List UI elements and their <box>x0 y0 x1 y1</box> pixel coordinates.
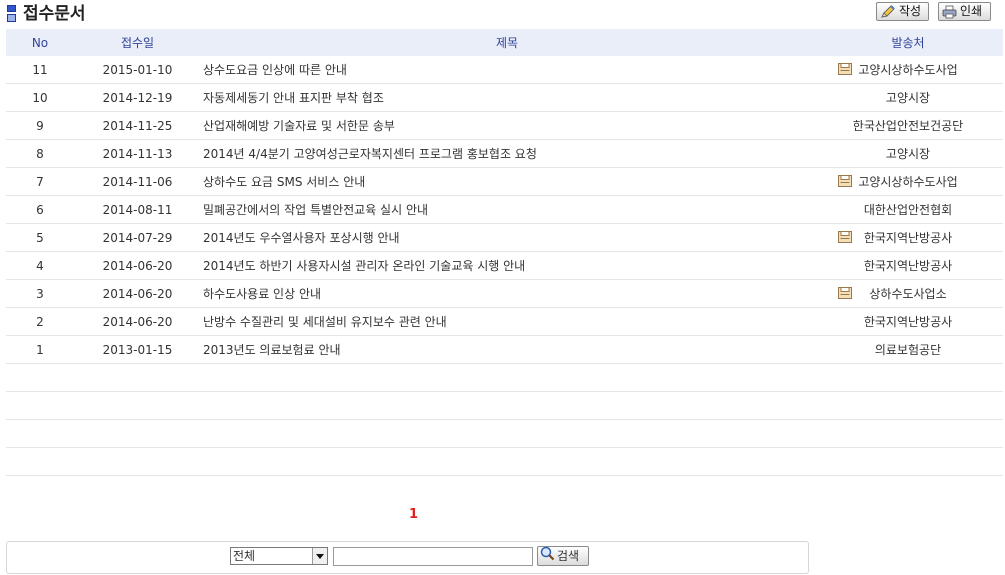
search-bar: 전체 검색 <box>6 541 809 574</box>
row-subject-link[interactable]: 2014년도 우수열사용자 포상시행 안내 <box>201 223 813 252</box>
row-sender-cell: 한국지역난방공사 <box>813 223 1003 252</box>
table-row[interactable]: 7 2014-11-06 상하수도 요금 SMS 서비스 안내 고양시상하수도사업 <box>6 167 1003 196</box>
row-sender: 한국산업안전보건공단 <box>852 119 964 133</box>
page-title: 접수문서 <box>23 4 86 24</box>
row-no: 6 <box>6 195 74 224</box>
row-sender-cell: 의료보험공단 <box>813 335 1003 364</box>
row-sender: 고양시상하수도사업 <box>858 175 958 189</box>
row-date: 2015-01-10 <box>74 56 201 84</box>
attachment-icon[interactable] <box>838 287 852 302</box>
table-row[interactable]: 1 2013-01-15 2013년도 의료보험료 안내 의료보험공단 <box>6 335 1003 364</box>
search-button[interactable]: 검색 <box>537 546 589 566</box>
table-body: 11 2015-01-10 상수도요금 인상에 따른 안내 고양시상하수도사업 10 20… <box>6 56 1003 476</box>
table-row[interactable]: 9 2014-11-25 산업재해예방 기술자료 및 서한문 송부 한국산업안전보건공… <box>6 111 1003 140</box>
table-row[interactable]: 11 2015-01-10 상수도요금 인상에 따른 안내 고양시상하수도사업 <box>6 56 1003 84</box>
row-date: 2014-08-11 <box>74 195 201 224</box>
row-sender: 의료보험공단 <box>874 343 942 357</box>
row-sender: 고양시상하수도사업 <box>858 63 958 77</box>
row-no: 9 <box>6 111 74 140</box>
row-no: 11 <box>6 56 74 84</box>
row-sender: 고양시장 <box>885 147 931 161</box>
table-row[interactable]: 5 2014-07-29 2014년도 우수열사용자 포상시행 안내 한국지역난방공사 <box>6 223 1003 252</box>
row-date: 2014-06-20 <box>74 251 201 280</box>
row-no: 1 <box>6 335 74 364</box>
row-subject-link[interactable]: 상하수도 요금 SMS 서비스 안내 <box>201 167 813 196</box>
row-subject-link[interactable]: 상수도요금 인상에 따른 안내 <box>201 56 813 84</box>
column-header-sender[interactable]: 발송처 <box>813 29 1003 56</box>
row-subject-link[interactable]: 2013년도 의료보험료 안내 <box>201 335 813 364</box>
row-no: 5 <box>6 223 74 252</box>
row-subject-link[interactable]: 자동제세동기 안내 표지판 부착 협조 <box>201 83 813 112</box>
write-button-label: 작성 <box>899 4 922 18</box>
empty-row <box>6 419 1003 448</box>
row-sender-cell: 고양시상하수도사업 <box>813 167 1003 196</box>
print-button-label: 인쇄 <box>960 4 983 18</box>
document-marker-icon <box>7 5 16 22</box>
printer-icon <box>942 5 957 19</box>
empty-row <box>6 447 1003 476</box>
row-subject-link[interactable]: 2014년도 하반기 사용자시설 관리자 온라인 기술교육 시행 안내 <box>201 251 813 280</box>
search-scope-value: 전체 <box>233 549 256 563</box>
row-sender-cell: 한국지역난방공사 <box>813 307 1003 336</box>
row-sender-cell: 한국산업안전보건공단 <box>813 111 1003 140</box>
row-no: 4 <box>6 251 74 280</box>
attachment-icon[interactable] <box>838 175 852 190</box>
table-row[interactable]: 6 2014-08-11 밀폐공간에서의 작업 특별안전교육 실시 안내 대한산업안전… <box>6 195 1003 224</box>
write-button[interactable]: 작성 <box>876 2 929 21</box>
row-sender: 고양시장 <box>885 91 931 105</box>
chevron-down-icon[interactable] <box>312 548 327 564</box>
row-subject-link[interactable]: 하수도사용료 인상 안내 <box>201 279 813 308</box>
row-no: 2 <box>6 307 74 336</box>
row-date: 2014-11-25 <box>74 111 201 140</box>
row-date: 2014-06-20 <box>74 279 201 308</box>
column-header-no[interactable]: No <box>6 29 74 56</box>
empty-row <box>6 391 1003 420</box>
row-date: 2014-11-06 <box>74 167 201 196</box>
column-header-date[interactable]: 접수일 <box>74 29 201 56</box>
table-row[interactable]: 4 2014-06-20 2014년도 하반기 사용자시설 관리자 온라인 기술교육… <box>6 251 1003 280</box>
row-sender: 대한산업안전협회 <box>863 203 953 217</box>
row-date: 2014-11-13 <box>74 139 201 168</box>
row-no: 7 <box>6 167 74 196</box>
row-date: 2014-07-29 <box>74 223 201 252</box>
column-header-subject[interactable]: 제목 <box>201 29 813 56</box>
pencil-icon <box>880 4 896 19</box>
row-sender-cell: 고양시상하수도사업 <box>813 56 1003 84</box>
row-sender: 한국지역난방공사 <box>863 231 953 245</box>
table-header-row: No 접수일 제목 발송처 <box>6 29 1003 56</box>
row-date: 2013-01-15 <box>74 335 201 364</box>
row-sender: 상하수도사업소 <box>869 287 947 301</box>
row-date: 2014-06-20 <box>74 307 201 336</box>
row-sender: 한국지역난방공사 <box>863 315 953 329</box>
search-input[interactable] <box>333 547 533 566</box>
magnifier-icon <box>540 546 555 566</box>
table-row[interactable]: 8 2014-11-13 2014년 4/4분기 고양여성근로자복지센터 프로그램 … <box>6 139 1003 168</box>
row-sender: 한국지역난방공사 <box>863 259 953 273</box>
row-subject-link[interactable]: 밀폐공간에서의 작업 특별안전교육 실시 안내 <box>201 195 813 224</box>
row-no: 8 <box>6 139 74 168</box>
row-no: 3 <box>6 279 74 308</box>
row-sender-cell: 한국지역난방공사 <box>813 251 1003 280</box>
table-row[interactable]: 10 2014-12-19 자동제세동기 안내 표지판 부착 협조 고양시장 <box>6 83 1003 112</box>
document-table: No 접수일 제목 발송처 11 2015-01-10 상수도요금 인상에 따른 안… <box>6 29 1003 476</box>
attachment-icon[interactable] <box>838 231 852 246</box>
search-button-label: 검색 <box>557 549 580 563</box>
row-subject-link[interactable]: 2014년 4/4분기 고양여성근로자복지센터 프로그램 홍보협조 요청 <box>201 139 813 168</box>
row-sender-cell: 대한산업안전협회 <box>813 195 1003 224</box>
table-row[interactable]: 3 2014-06-20 하수도사용료 인상 안내 상하수도사업소 <box>6 279 1003 308</box>
search-scope-select[interactable]: 전체 <box>230 547 328 565</box>
page-header: 접수문서 작성 인쇄 <box>0 0 1005 28</box>
row-subject-link[interactable]: 산업재해예방 기술자료 및 서한문 송부 <box>201 111 813 140</box>
empty-row <box>6 363 1003 392</box>
row-subject-link[interactable]: 난방수 수질관리 및 세대설비 유지보수 관련 안내 <box>201 307 813 336</box>
row-sender-cell: 고양시장 <box>813 83 1003 112</box>
row-sender-cell: 고양시장 <box>813 139 1003 168</box>
pagination-current-page[interactable]: 1 <box>409 507 418 522</box>
row-no: 10 <box>6 83 74 112</box>
row-date: 2014-12-19 <box>74 83 201 112</box>
table-row[interactable]: 2 2014-06-20 난방수 수질관리 및 세대설비 유지보수 관련 안내 한국지… <box>6 307 1003 336</box>
attachment-icon[interactable] <box>838 63 852 78</box>
print-button[interactable]: 인쇄 <box>938 2 991 21</box>
row-sender-cell: 상하수도사업소 <box>813 279 1003 308</box>
